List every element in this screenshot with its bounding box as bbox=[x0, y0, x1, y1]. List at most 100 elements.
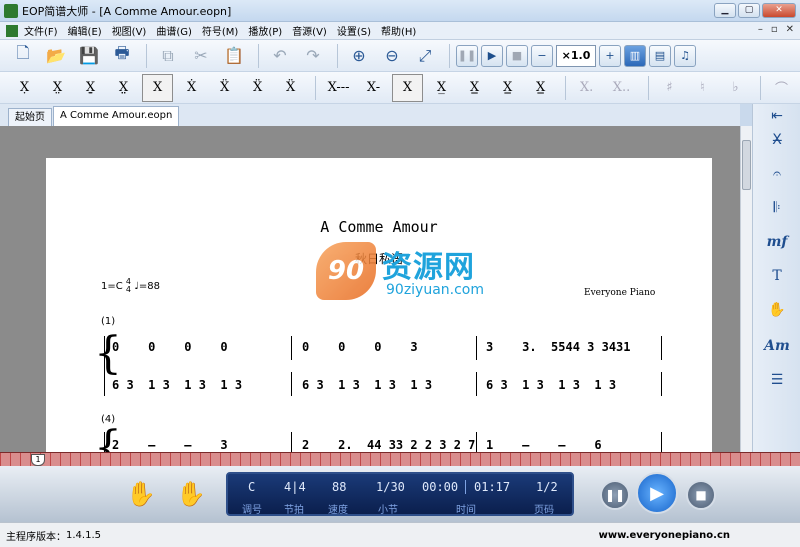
cut-icon[interactable]: ✂ bbox=[186, 43, 216, 69]
note-x-two-dots-below-icon[interactable]: X̤ bbox=[43, 74, 72, 102]
lcd-time-label: 时间 bbox=[456, 505, 476, 516]
note-half-icon[interactable]: X- bbox=[359, 74, 388, 102]
keyboard-view-icon[interactable]: ▥ bbox=[624, 44, 646, 67]
doc-close-button[interactable]: ✕ bbox=[786, 24, 794, 35]
measure-upper[interactable]: 2 2. 44 33 2 2 3 2 7 bbox=[302, 438, 475, 452]
chord-icon[interactable]: Am bbox=[753, 338, 800, 354]
play-button[interactable]: ▶ bbox=[481, 44, 503, 67]
measure-upper[interactable]: 1 – – 6 bbox=[486, 438, 602, 452]
tab-a-comme-amour[interactable]: A Comme Amour.eopn bbox=[53, 106, 180, 126]
menu-bar: 文件(F) 编辑(E) 视图(V) 曲谱(G) 符号(M) 播放(P) 音源(V… bbox=[0, 22, 800, 40]
slur-icon[interactable]: ⌒ bbox=[767, 74, 796, 102]
speed-increase-button[interactable]: + bbox=[599, 44, 621, 67]
pause-button[interactable]: ❚❚ bbox=[456, 44, 478, 67]
note-whole-icon[interactable]: X--- bbox=[322, 74, 355, 102]
doc-restore-button[interactable]: ▫ bbox=[771, 24, 778, 35]
note-quarter-icon[interactable]: X bbox=[392, 73, 424, 102]
website-link[interactable]: www.everyonepiano.cn bbox=[599, 530, 730, 541]
maximize-button[interactable]: ▢ bbox=[738, 3, 760, 18]
copy-icon[interactable]: ⧉ bbox=[153, 43, 183, 69]
minimize-button[interactable]: ▁ bbox=[714, 3, 736, 18]
menu-edit[interactable]: 编辑(E) bbox=[68, 23, 102, 38]
menu-sound[interactable]: 音源(V) bbox=[292, 23, 327, 38]
stop-button[interactable]: ■ bbox=[506, 44, 528, 67]
close-button[interactable]: ✕ bbox=[762, 3, 796, 18]
menu-file[interactable]: 文件(F) bbox=[24, 23, 58, 38]
zoom-out-icon[interactable]: ⊖ bbox=[377, 43, 407, 69]
tab-start-page[interactable]: 起始页 bbox=[8, 108, 52, 126]
print-icon[interactable]: 🖶 bbox=[107, 43, 137, 69]
stop-icon[interactable]: ■ bbox=[686, 480, 716, 510]
note-sixty-fourth-icon[interactable]: X̳ bbox=[526, 74, 555, 102]
menu-settings[interactable]: 设置(S) bbox=[337, 23, 371, 38]
measure-upper[interactable]: 3 3. 5544 3 3431 bbox=[486, 340, 631, 354]
note-x-dot-above-icon[interactable]: Ẋ bbox=[177, 74, 206, 102]
left-hand-icon[interactable]: ✋ bbox=[126, 480, 156, 508]
measure-upper[interactable]: 0 0 0 0 bbox=[112, 340, 228, 354]
composer: Everyone Piano bbox=[584, 288, 656, 298]
fit-page-icon[interactable]: ⤢ bbox=[410, 43, 440, 69]
note-x-three-dots-above-icon[interactable]: Ẍ bbox=[243, 74, 272, 102]
note-thirty-second-icon[interactable]: X̳ bbox=[493, 74, 522, 102]
open-folder-icon[interactable]: 📂 bbox=[41, 43, 71, 69]
save-icon[interactable]: 💾 bbox=[74, 43, 104, 69]
scroll-thumb[interactable] bbox=[742, 140, 751, 190]
sharp-icon[interactable]: ♯ bbox=[655, 74, 684, 102]
score-view-icon[interactable]: ♫ bbox=[674, 44, 696, 67]
note-dotted-icon[interactable]: X. bbox=[572, 74, 601, 102]
measure-lower[interactable]: 6 3 1 3 1 3 1 3 bbox=[486, 378, 616, 392]
right-hand-icon[interactable]: ✋ bbox=[176, 480, 206, 508]
note-double-dotted-icon[interactable]: X.. bbox=[605, 74, 638, 102]
note-eighth-icon[interactable]: X̲ bbox=[427, 74, 456, 102]
playhead-marker[interactable]: 1 bbox=[31, 454, 45, 466]
pause-icon[interactable]: ❚❚ bbox=[600, 480, 630, 510]
measure-upper[interactable]: 0 0 0 3 bbox=[302, 340, 418, 354]
speed-decrease-button[interactable]: − bbox=[531, 44, 553, 67]
note-x-two-dots-above-icon[interactable]: Ẍ bbox=[210, 74, 239, 102]
dynamics-icon[interactable]: mf bbox=[753, 234, 800, 250]
note-x-four-dots-below-icon[interactable]: X̤̤ bbox=[109, 74, 138, 102]
fermata-icon[interactable]: 𝄐 bbox=[753, 166, 800, 182]
measure-lower[interactable]: 6 3 1 3 1 3 1 3 bbox=[112, 378, 242, 392]
time-denominator: 4 bbox=[125, 285, 132, 294]
score-title: A Comme Amour bbox=[320, 218, 438, 236]
hand-icon[interactable]: ✋ bbox=[753, 302, 800, 318]
text-icon[interactable]: T bbox=[753, 268, 800, 284]
symbol-panel: ⇤ X̶ 𝄐 𝄆 mf T ✋ Am ☰ bbox=[752, 104, 800, 452]
note-x-plain-icon[interactable]: X bbox=[142, 73, 174, 102]
list-icon[interactable]: ☰ bbox=[753, 372, 800, 388]
paste-icon[interactable]: 📋 bbox=[219, 43, 249, 69]
menu-play[interactable]: 播放(P) bbox=[248, 23, 282, 38]
menu-symbol[interactable]: 符号(M) bbox=[202, 23, 238, 38]
note-x-dot-below-icon[interactable]: X̣ bbox=[10, 74, 39, 102]
title-bar: EOP简谱大师 - [A Comme Amour.eopn] ▁ ▢ ✕ bbox=[0, 0, 800, 22]
menu-help[interactable]: 帮助(H) bbox=[381, 23, 416, 38]
lcd-key: C bbox=[248, 480, 256, 494]
doc-minimize-button[interactable]: – bbox=[758, 24, 763, 35]
version-label: 主程序版本： bbox=[6, 531, 66, 543]
note-x-three-dots-below-icon[interactable]: X̣̤ bbox=[76, 74, 105, 102]
strikethrough-note-icon[interactable]: X̶ bbox=[753, 132, 800, 148]
zoom-in-icon[interactable]: ⊕ bbox=[344, 43, 374, 69]
flat-icon[interactable]: ♭ bbox=[721, 74, 750, 102]
play-icon[interactable]: ▶ bbox=[636, 472, 678, 514]
measure-upper[interactable]: 2 – – 3 bbox=[112, 438, 228, 452]
arrow-left-icon[interactable]: ⇤ bbox=[753, 108, 800, 124]
redo-icon[interactable]: ↷ bbox=[298, 43, 328, 69]
repeat-sign-icon[interactable]: 𝄆 bbox=[753, 200, 800, 216]
version-value: 1.4.1.5 bbox=[66, 529, 101, 541]
undo-icon[interactable]: ↶ bbox=[265, 43, 295, 69]
timeline-ruler[interactable]: 1 bbox=[0, 452, 800, 466]
measure-lower[interactable]: 6 3 1 3 1 3 1 3 bbox=[302, 378, 432, 392]
note-x-four-dots-above-icon[interactable]: Ẍ bbox=[276, 74, 305, 102]
menu-score[interactable]: 曲谱(G) bbox=[156, 23, 192, 38]
lcd-tempo-label: 速度 bbox=[328, 505, 348, 516]
natural-icon[interactable]: ♮ bbox=[688, 74, 717, 102]
note-sixteenth-icon[interactable]: X̳ bbox=[460, 74, 489, 102]
new-file-icon[interactable]: 🗋 bbox=[8, 43, 38, 69]
score-workspace[interactable]: A Comme Amour 秋日私语 90 资源网 90ziyuan.com 1… bbox=[0, 126, 740, 452]
vertical-scrollbar[interactable] bbox=[740, 126, 752, 452]
waveform-view-icon[interactable]: ▤ bbox=[649, 44, 671, 67]
document-icon bbox=[6, 24, 18, 37]
menu-view[interactable]: 视图(V) bbox=[112, 23, 147, 38]
